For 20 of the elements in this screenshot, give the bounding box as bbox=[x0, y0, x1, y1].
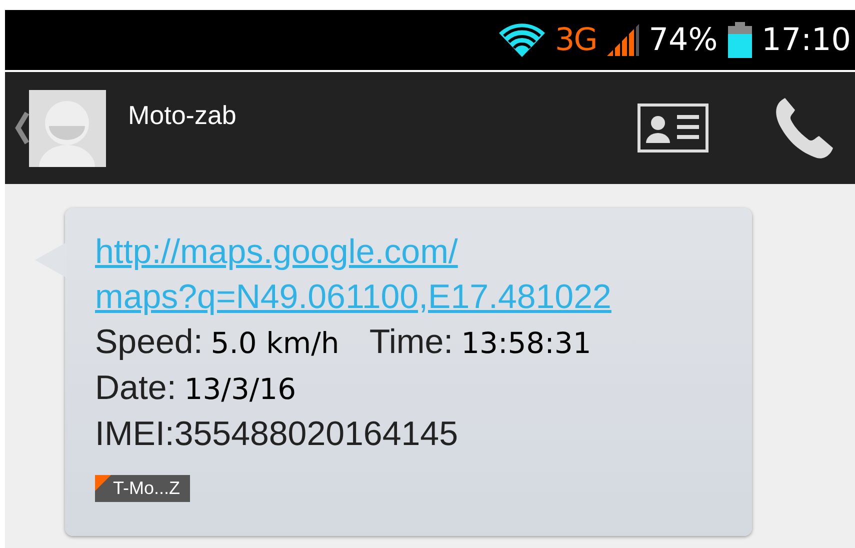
battery-percent: 74% bbox=[648, 22, 718, 58]
bubble-tail bbox=[35, 242, 67, 278]
corner-icon bbox=[95, 475, 111, 491]
field-label: Speed: bbox=[95, 322, 203, 363]
map-link[interactable]: http://maps.google.com/ maps?q=N49.061100,E17.481022 bbox=[95, 230, 612, 320]
field-value: 5.0 km/h bbox=[210, 325, 340, 362]
clock: 17:10 bbox=[762, 22, 851, 58]
battery-icon bbox=[728, 22, 752, 58]
field-label: Date: bbox=[95, 368, 176, 409]
sim-label: T-Mo...Z bbox=[113, 478, 180, 498]
field-value: 13:58:31 bbox=[461, 325, 592, 362]
field-value: 13/3/16 bbox=[184, 371, 296, 408]
wifi-icon bbox=[499, 23, 545, 57]
contact-card-icon[interactable] bbox=[637, 103, 709, 153]
signal-icon bbox=[606, 24, 639, 56]
back-icon[interactable] bbox=[15, 111, 29, 145]
network-type: 3G bbox=[555, 22, 597, 58]
field-label: Time: bbox=[369, 322, 454, 363]
contact-name: Moto-zab bbox=[128, 100, 238, 131]
field-label: IMEI:355488020164145 bbox=[95, 414, 458, 455]
